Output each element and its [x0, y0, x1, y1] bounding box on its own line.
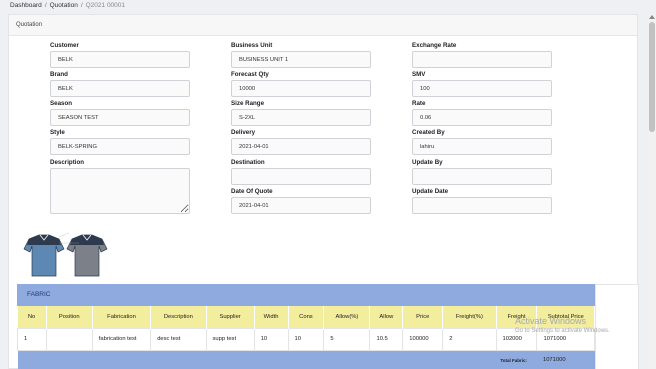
col-header: Freight(%) — [442, 306, 497, 328]
breadcrumb: Dashboard / Quotation / Q2021 00001 — [10, 2, 126, 9]
smv-input[interactable]: 100 — [412, 80, 552, 97]
fabric-section: FABRIC No Position Fabrication Descripti… — [17, 284, 595, 369]
delivery-input[interactable]: 2021-04-01 — [231, 138, 371, 155]
season-field: Season SEASON TEST — [50, 100, 190, 126]
season-label: Season — [50, 100, 73, 107]
season-input[interactable]: SEASON TEST — [50, 109, 190, 126]
scroll-up-arrow-icon[interactable] — [649, 15, 655, 19]
created-by-field: Created By lahiru — [412, 129, 552, 155]
col-header: Allow(%) — [323, 306, 371, 328]
scrollbar-thumb[interactable] — [649, 22, 655, 132]
update-by-label: Update By — [412, 159, 443, 166]
table-cell: 1 — [17, 327, 47, 351]
exchange-rate-field: Exchange Rate — [412, 42, 552, 68]
brand-field: Brand BELK — [50, 71, 190, 97]
created-by-label: Created By — [412, 129, 445, 136]
description-field: Description — [50, 159, 190, 214]
rate-label: Rate — [412, 100, 426, 107]
table-cell: 100000 — [402, 327, 444, 351]
table-cell: fabrication test — [91, 327, 152, 351]
watermark-title: Activate Windows — [515, 316, 587, 326]
style-input[interactable]: BELK-SPRING — [50, 138, 190, 155]
col-header: Description — [150, 306, 207, 328]
delivery-field: Delivery 2021-04-01 — [231, 129, 371, 155]
blue-shirt-sketch — [23, 234, 65, 277]
smv-field: SMV 100 — [412, 71, 552, 97]
size-range-field: Size Range S-2XL — [231, 100, 371, 126]
fabric-table-header-row: No Position Fabrication Description Supp… — [17, 306, 595, 328]
windows-activation-watermark: Activate Windows Go to Settings to activ… — [515, 316, 610, 334]
table-cell — [45, 327, 93, 351]
customer-field: Customer BELK — [50, 42, 190, 68]
update-date-label: Update Date — [412, 188, 449, 195]
destination-field: Destination — [231, 159, 371, 185]
table-cell: 5 — [323, 327, 371, 351]
created-by-input[interactable]: lahiru — [412, 138, 552, 155]
fabric-table: No Position Fabrication Description Supp… — [17, 306, 595, 369]
table-cell: 10.5 — [369, 327, 404, 351]
update-date-field: Update Date — [412, 188, 552, 214]
customer-label: Customer — [50, 42, 79, 49]
fabric-section-title: FABRIC — [17, 284, 595, 306]
col-header: Price — [402, 306, 444, 328]
description-label: Description — [50, 159, 85, 166]
forecast-qty-field: Forecast Qty 10000 — [231, 71, 371, 97]
update-by-input[interactable] — [412, 168, 552, 185]
col-header: Width — [254, 306, 289, 328]
breadcrumb-quotation[interactable]: Quotation — [50, 2, 78, 9]
style-field: Style BELK-SPRING — [50, 129, 190, 155]
table-cell: 10 — [253, 327, 289, 351]
date-of-quote-field: Date Of Quote 2021-04-01 — [231, 188, 371, 214]
exchange-rate-label: Exchange Rate — [412, 42, 457, 49]
col-header: Fabrication — [92, 306, 152, 328]
table-cell: 2 — [442, 327, 497, 351]
breadcrumb-current: Q2021 00001 — [85, 2, 126, 9]
date-of-quote-label: Date Of Quote — [231, 188, 273, 195]
forecast-qty-input[interactable]: 10000 — [231, 80, 371, 97]
style-label: Style — [50, 129, 65, 136]
breadcrumb-dashboard[interactable]: Dashboard — [10, 2, 42, 9]
total-fabric-value: 1071000 — [536, 350, 595, 369]
destination-input[interactable] — [231, 168, 371, 185]
business-unit-field: Business Unit BUSINESS UNIT 1 — [231, 42, 371, 68]
update-by-field: Update By — [412, 159, 552, 185]
customer-input[interactable]: BELK — [50, 51, 190, 68]
size-range-label: Size Range — [231, 100, 265, 107]
exchange-rate-input[interactable] — [412, 51, 552, 68]
brand-input[interactable]: BELK — [50, 80, 190, 97]
table-row: 1 fabrication test desc test supp test 1… — [17, 327, 595, 351]
date-of-quote-input[interactable]: 2021-04-01 — [231, 197, 371, 214]
brand-label: Brand — [50, 71, 68, 78]
col-header: No — [17, 306, 47, 328]
smv-label: SMV — [412, 71, 426, 78]
table-cell: supp test — [205, 327, 255, 351]
business-unit-label: Business Unit — [231, 42, 273, 49]
col-header: Supplier — [206, 306, 255, 328]
description-textarea[interactable] — [50, 168, 190, 214]
rate-input[interactable]: 0.06 — [412, 109, 552, 126]
update-date-input[interactable] — [412, 197, 552, 214]
grey-shirt-sketch — [66, 234, 108, 277]
page-scrollbar[interactable] — [648, 14, 656, 369]
col-header: Cons — [288, 306, 325, 328]
table-cell: desc test — [150, 327, 207, 351]
total-fabric-label: Total Fabric: — [17, 350, 537, 369]
watermark-subtitle: Go to Settings to activate Windows. — [515, 328, 610, 334]
forecast-qty-label: Forecast Qty — [231, 71, 269, 78]
table-cell: 10 — [287, 327, 325, 351]
card-title: Quotation — [9, 15, 637, 36]
size-range-input[interactable]: S-2XL — [231, 109, 371, 126]
destination-label: Destination — [231, 159, 265, 166]
business-unit-input[interactable]: BUSINESS UNIT 1 — [231, 51, 371, 68]
delivery-label: Delivery — [231, 129, 256, 136]
fabric-total-row: Total Fabric: 1071000 — [17, 350, 595, 369]
rate-field: Rate 0.06 — [412, 100, 552, 126]
col-header: Position — [46, 306, 93, 328]
col-header: Allow — [369, 306, 404, 328]
